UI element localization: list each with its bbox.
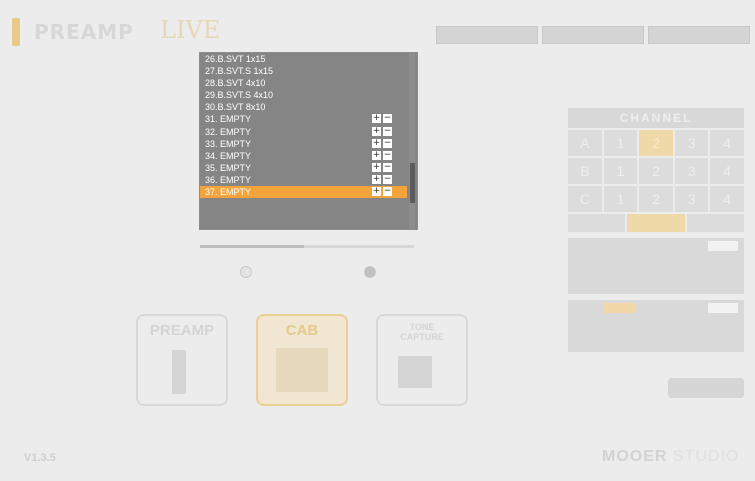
cab-module-button[interactable]: CAB bbox=[256, 314, 348, 406]
channel-cell[interactable]: 1 bbox=[603, 158, 638, 184]
cab-model-item-label: 31. EMPTY bbox=[205, 114, 252, 125]
add-icon[interactable]: + bbox=[372, 138, 381, 148]
settings-box-2 bbox=[568, 300, 744, 352]
preamp-module-button[interactable]: PREAMP bbox=[136, 314, 228, 406]
channel-options-row bbox=[568, 214, 744, 232]
remove-icon[interactable]: − bbox=[383, 114, 392, 124]
preamp-module-label: PREAMP bbox=[149, 322, 215, 339]
channel-option[interactable] bbox=[686, 214, 744, 232]
cab-model-item-label: 27.B.SVT.S 1x15 bbox=[205, 66, 274, 77]
channel-cell[interactable]: 3 bbox=[674, 186, 709, 212]
settings-box-1-toggle[interactable] bbox=[708, 241, 738, 251]
channel-cell[interactable]: 4 bbox=[710, 130, 744, 156]
settings-box-2-toggle[interactable] bbox=[708, 303, 738, 313]
app-window: PREAMP LIVE PREAMP CAB TONE CAPTURE CHAN… bbox=[0, 0, 755, 481]
cab-model-item-label: 34. EMPTY bbox=[205, 150, 252, 161]
cab-model-item[interactable]: 28.B.SVT 4x10 bbox=[200, 77, 407, 89]
cab-model-item-label: 36. EMPTY bbox=[205, 174, 252, 185]
channel-cell[interactable]: 1 bbox=[603, 130, 638, 156]
brand-logo: MOOER STUDIO bbox=[602, 448, 739, 466]
add-icon[interactable]: + bbox=[372, 150, 381, 160]
cab-model-item-selected[interactable]: 37. EMPTY + − bbox=[200, 186, 407, 199]
slider-fill bbox=[200, 245, 304, 248]
top-menu-button-3[interactable] bbox=[648, 26, 750, 44]
cab-model-item-label: 26.B.SVT 1x15 bbox=[205, 54, 266, 64]
cab-model-item[interactable]: 27.B.SVT.S 1x15 bbox=[200, 65, 407, 77]
logo-mark-icon bbox=[12, 18, 20, 46]
add-icon[interactable]: + bbox=[372, 162, 381, 172]
channel-cell[interactable]: 3 bbox=[674, 130, 709, 156]
top-menu-button-1[interactable] bbox=[436, 26, 538, 44]
cab-model-item-label: 37. EMPTY bbox=[205, 187, 252, 198]
add-icon[interactable]: + bbox=[372, 174, 381, 184]
channel-grid: A 1 2 3 4 B 1 2 3 4 C 1 2 3 4 bbox=[568, 130, 744, 212]
action-button[interactable] bbox=[668, 378, 744, 398]
channel-cell[interactable]: 2 bbox=[639, 186, 673, 212]
channel-panel: CHANNEL A 1 2 3 4 B 1 2 3 4 C 1 2 3 4 bbox=[568, 108, 744, 352]
channel-cell[interactable]: 2 bbox=[639, 158, 673, 184]
channel-option[interactable] bbox=[568, 214, 626, 232]
cab-model-item[interactable]: 36. EMPTY + − bbox=[200, 174, 407, 186]
cab-model-item-label: 29.B.SVT.S 4x10 bbox=[205, 90, 274, 101]
channel-cell[interactable]: 1 bbox=[603, 186, 638, 212]
channel-cell[interactable]: B bbox=[568, 158, 602, 184]
cab-module-label: CAB bbox=[285, 322, 319, 339]
remove-icon[interactable]: − bbox=[383, 150, 392, 160]
remove-icon[interactable]: − bbox=[383, 174, 392, 184]
cab-graphic bbox=[276, 348, 328, 392]
tone-capture-module-button[interactable]: TONE CAPTURE bbox=[376, 314, 468, 406]
logo-text: PREAMP bbox=[34, 20, 134, 44]
cab-model-item[interactable]: 29.B.SVT.S 4x10 bbox=[200, 89, 407, 101]
channel-cell[interactable]: A bbox=[568, 130, 602, 156]
logo-suffix: LIVE bbox=[160, 16, 221, 44]
channel-cell[interactable]: 3 bbox=[674, 158, 709, 184]
remove-icon[interactable]: − bbox=[383, 138, 392, 148]
top-menu-button-2[interactable] bbox=[542, 26, 644, 44]
radio-option-right[interactable] bbox=[364, 266, 376, 278]
cab-model-item[interactable]: 31. EMPTY + − bbox=[200, 113, 407, 125]
remove-icon[interactable]: − bbox=[383, 162, 392, 172]
preamp-graphic bbox=[172, 350, 186, 394]
cab-model-item[interactable]: 30.B.SVT 8x10 bbox=[200, 101, 407, 113]
add-icon[interactable]: + bbox=[372, 114, 381, 124]
version-label: V1.3.5 bbox=[24, 452, 56, 464]
cab-model-item-label: 33. EMPTY bbox=[205, 138, 252, 149]
channel-cell-selected[interactable]: 2 bbox=[639, 130, 673, 156]
add-icon[interactable]: + bbox=[372, 187, 381, 197]
tone-capture-module-label: TONE CAPTURE bbox=[400, 322, 444, 342]
settings-box-1 bbox=[568, 238, 744, 294]
cab-model-list: 26.B.SVT 1x15 27.B.SVT.S 1x15 28.B.SVT 4x1… bbox=[200, 53, 407, 199]
remove-icon[interactable]: − bbox=[383, 187, 392, 197]
cab-model-item[interactable]: 33. EMPTY + − bbox=[200, 138, 407, 150]
radio-option-left[interactable] bbox=[240, 266, 252, 278]
channel-option-selected[interactable] bbox=[627, 214, 685, 232]
channel-cell[interactable]: 4 bbox=[710, 186, 744, 212]
add-icon[interactable]: + bbox=[372, 126, 381, 136]
cab-model-item[interactable]: 32. EMPTY + − bbox=[200, 126, 407, 138]
cab-model-item-label: 28.B.SVT 4x10 bbox=[205, 78, 266, 89]
channel-cell[interactable]: 4 bbox=[710, 158, 744, 184]
channel-title: CHANNEL bbox=[568, 108, 744, 128]
cab-model-item[interactable]: 34. EMPTY + − bbox=[200, 150, 407, 162]
tone-capture-graphic bbox=[398, 356, 432, 388]
dropdown-scrollbar-thumb[interactable] bbox=[410, 163, 415, 203]
cab-model-item-label: 35. EMPTY bbox=[205, 162, 252, 173]
cab-model-item-label: 32. EMPTY bbox=[205, 126, 252, 137]
cab-model-item-label: 30.B.SVT 8x10 bbox=[205, 102, 266, 113]
remove-icon[interactable]: − bbox=[383, 126, 392, 136]
cab-model-dropdown[interactable]: 26.B.SVT 1x15 27.B.SVT.S 1x15 28.B.SVT 4x1… bbox=[199, 52, 418, 230]
cab-model-item[interactable]: 35. EMPTY + − bbox=[200, 162, 407, 174]
settings-box-2-value[interactable] bbox=[604, 303, 636, 313]
channel-cell[interactable]: C bbox=[568, 186, 602, 212]
brand-studio: STUDIO bbox=[672, 448, 740, 465]
app-logo: PREAMP LIVE bbox=[12, 14, 220, 48]
brand-main: MOOER bbox=[602, 448, 668, 465]
cab-model-item[interactable]: 26.B.SVT 1x15 bbox=[200, 53, 407, 65]
